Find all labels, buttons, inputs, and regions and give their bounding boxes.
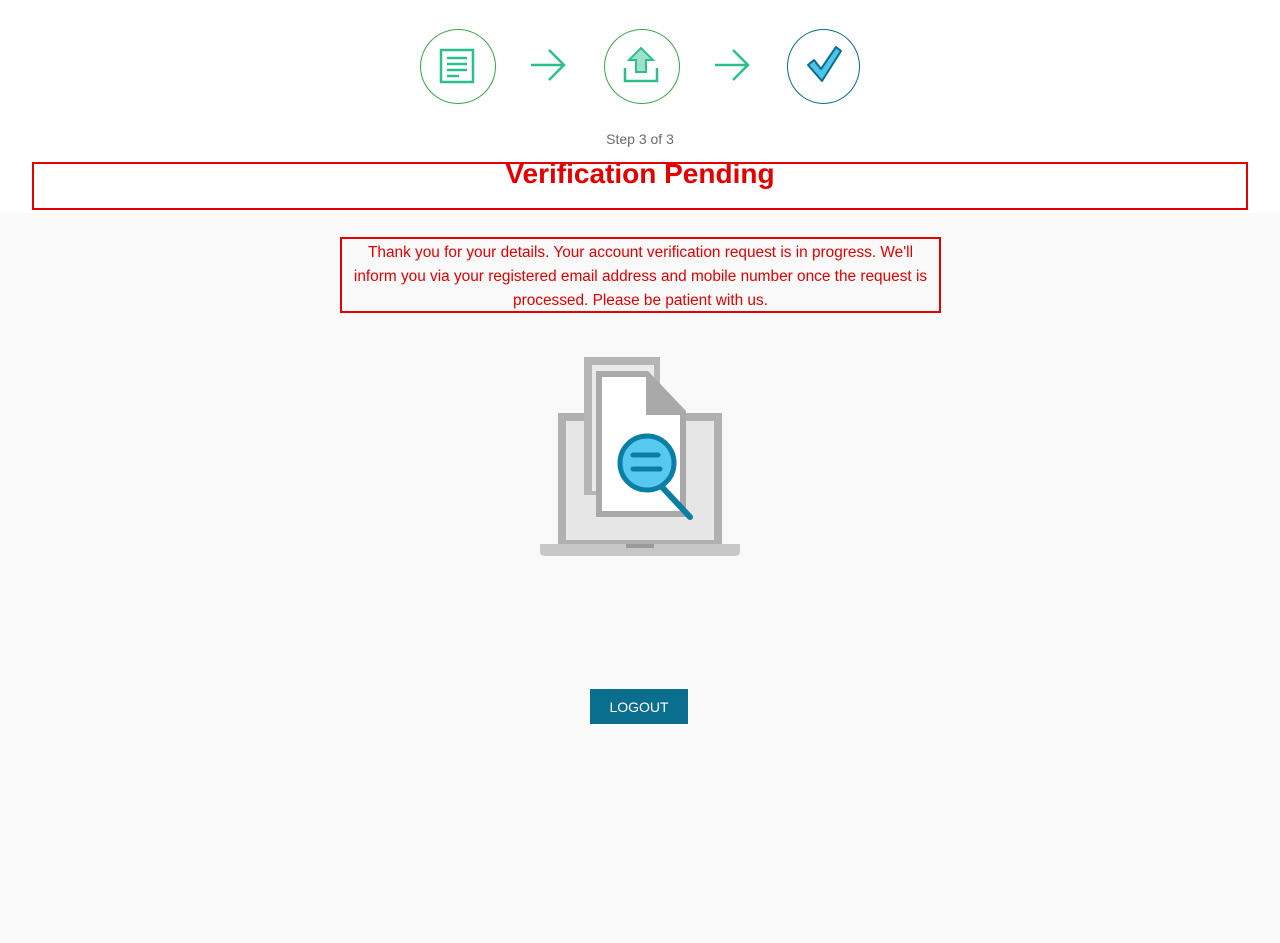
status-message: Thank you for your details. Your account… <box>340 237 941 313</box>
document-list-icon <box>439 48 475 84</box>
step-2-upload <box>604 29 680 104</box>
checkmark-icon <box>807 46 842 82</box>
step-3-verification <box>787 29 860 104</box>
upload-icon <box>623 46 659 83</box>
page-title: Verification Pending <box>505 158 775 189</box>
document-verification-laptop-icon <box>540 357 740 556</box>
step-indicator-text: Step 3 of 3 <box>606 131 674 147</box>
arrow-right-icon <box>531 49 566 81</box>
status-message-text: Thank you for your details. Your account… <box>353 244 928 309</box>
logout-button[interactable]: LOGOUT <box>590 689 688 724</box>
arrow-right-icon <box>715 49 750 81</box>
step-1-details <box>420 29 496 104</box>
